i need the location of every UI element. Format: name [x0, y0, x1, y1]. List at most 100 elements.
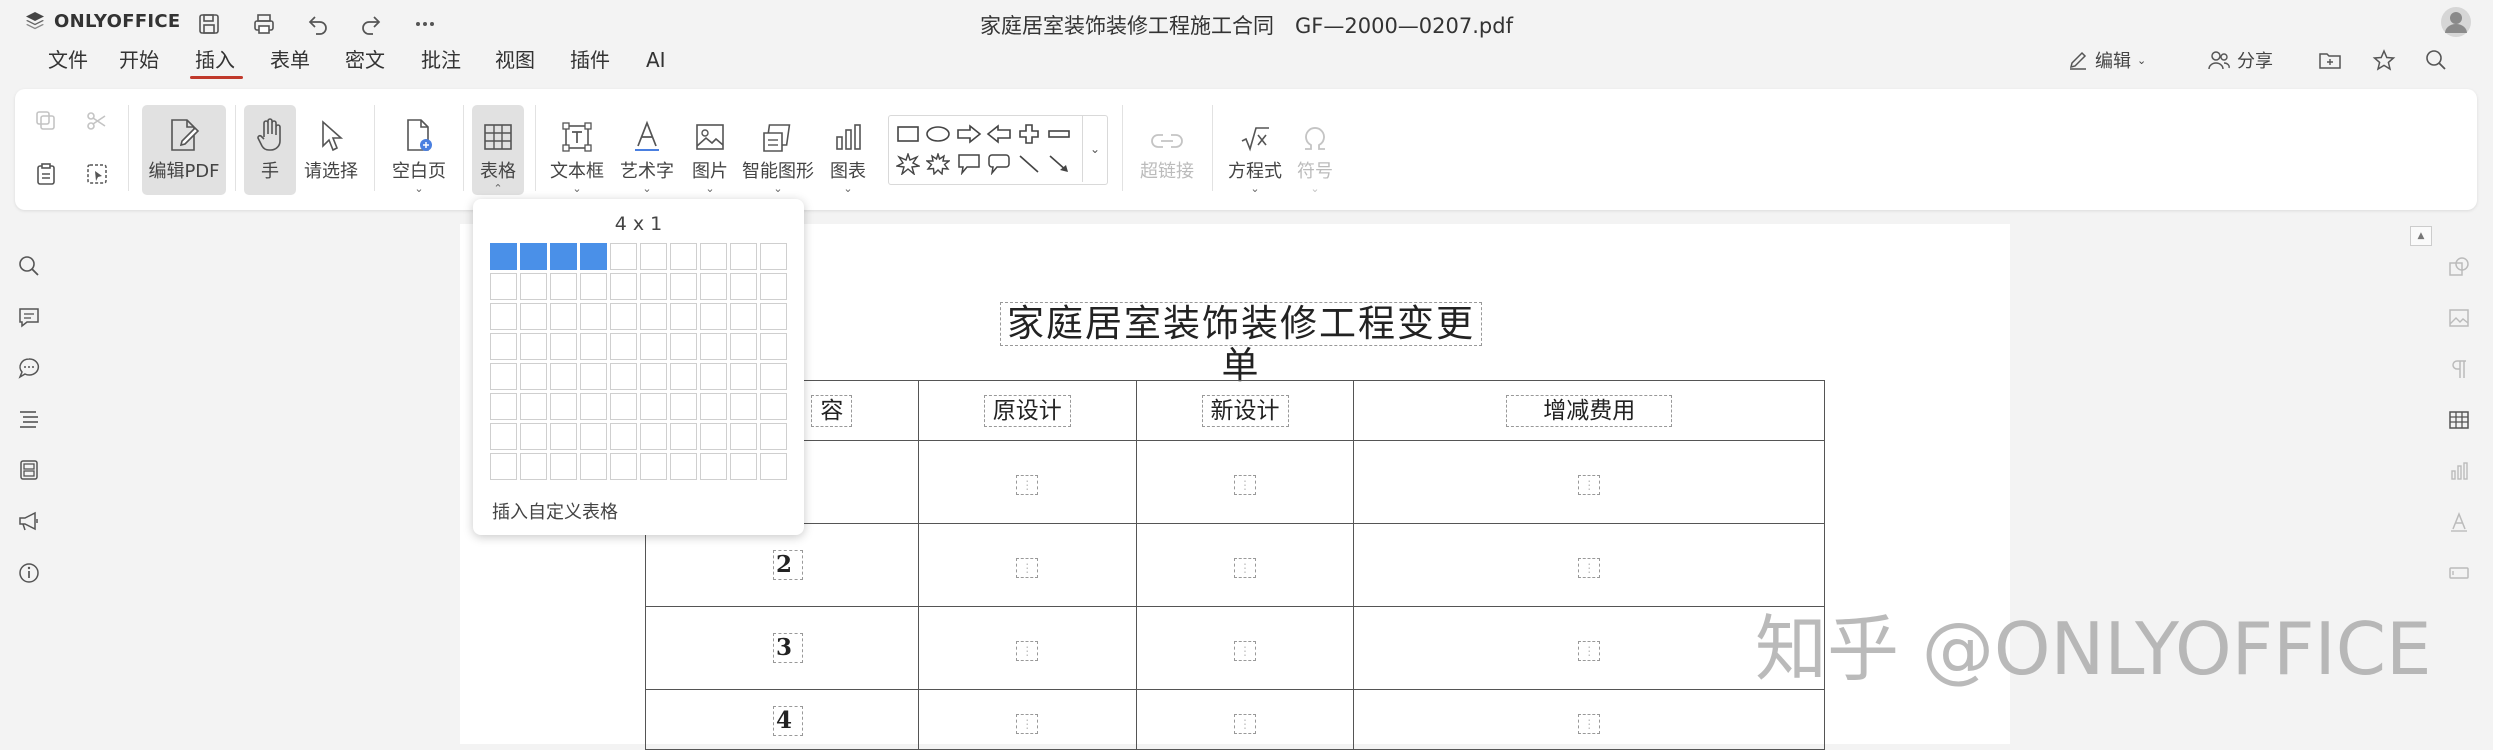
table-size-cell[interactable] [610, 303, 637, 330]
blank-page-button[interactable]: 空白页 ⌄ [385, 105, 453, 195]
menu-file[interactable]: 文件 [44, 44, 92, 76]
symbol-button[interactable]: 符号 ⌄ [1290, 105, 1340, 195]
table-size-cell[interactable] [730, 333, 757, 360]
table-cell[interactable]: ⋮ [1135, 440, 1355, 524]
table-size-cell[interactable] [640, 333, 667, 360]
text-art-button[interactable]: 艺术字 ⌄ [613, 105, 681, 195]
table-size-cell[interactable] [730, 363, 757, 390]
table-size-cell[interactable] [550, 363, 577, 390]
copy-button[interactable] [34, 109, 62, 137]
table-size-cell[interactable] [640, 393, 667, 420]
menu-home[interactable]: 开始 [115, 44, 163, 76]
table-cell[interactable]: ⋮ [917, 440, 1137, 524]
table-cell[interactable]: 3 [645, 606, 919, 690]
table-size-cell[interactable] [670, 393, 697, 420]
menu-redact[interactable]: 密文 [341, 44, 389, 76]
table-cell[interactable]: 增减费用 [1353, 380, 1825, 441]
select-all-button[interactable] [85, 162, 113, 190]
table-size-cell[interactable] [700, 303, 727, 330]
menu-comment[interactable]: 批注 [417, 44, 465, 76]
table-cell[interactable]: ⋮ [1353, 523, 1825, 607]
table-size-cell[interactable] [550, 243, 577, 270]
cut-button[interactable] [85, 109, 113, 137]
table-size-cell[interactable] [490, 273, 517, 300]
hand-tool-button[interactable]: 手 [244, 105, 296, 195]
table-size-cell[interactable] [760, 333, 787, 360]
table-size-cell[interactable] [640, 273, 667, 300]
left-feedback-button[interactable] [14, 506, 44, 536]
table-size-cell[interactable] [520, 453, 547, 480]
table-cell[interactable]: ⋮ [917, 606, 1137, 690]
insert-custom-table-link[interactable]: 插入自定义表格 [492, 498, 618, 524]
right-paragraph-settings[interactable] [2444, 354, 2474, 384]
chart-button[interactable]: 图表 ⌄ [822, 105, 874, 195]
plus-shape-icon[interactable] [1015, 122, 1043, 146]
table-size-cell[interactable] [520, 243, 547, 270]
right-form-settings[interactable] [2444, 558, 2474, 588]
table-size-cell[interactable] [550, 423, 577, 450]
round-callout-shape-icon[interactable] [985, 152, 1013, 176]
table-cell[interactable]: ⋮ [1353, 606, 1825, 690]
table-cell[interactable]: 2 [645, 523, 919, 607]
table-size-cell[interactable] [580, 393, 607, 420]
table-size-cell[interactable] [670, 273, 697, 300]
insert-table-button[interactable]: 表格 ⌃ [472, 105, 524, 195]
table-size-cell[interactable] [490, 333, 517, 360]
table-size-cell[interactable] [490, 393, 517, 420]
table-size-cell[interactable] [670, 363, 697, 390]
table-size-cell[interactable] [580, 273, 607, 300]
image-button[interactable]: 图片 ⌄ [684, 105, 736, 195]
table-size-cell[interactable] [610, 273, 637, 300]
left-headings-button[interactable] [14, 404, 44, 434]
left-comments-button[interactable] [14, 302, 44, 332]
share-button[interactable]: 分享 [2207, 44, 2273, 76]
table-size-cell[interactable] [670, 453, 697, 480]
table-size-cell[interactable] [760, 273, 787, 300]
table-cell[interactable]: ⋮ [1135, 689, 1355, 750]
table-size-cell[interactable] [640, 423, 667, 450]
edit-mode-button[interactable]: 编辑 ⌄ [2067, 44, 2146, 76]
left-about-button[interactable] [14, 558, 44, 588]
table-size-cell[interactable] [610, 423, 637, 450]
table-size-grid[interactable] [490, 243, 787, 480]
table-size-cell[interactable] [580, 333, 607, 360]
table-size-cell[interactable] [700, 273, 727, 300]
right-table-settings[interactable] [2444, 405, 2474, 435]
ellipse-shape-icon[interactable] [924, 122, 952, 146]
line-shape-icon[interactable] [1015, 152, 1043, 176]
menu-ai[interactable]: AI [642, 44, 670, 76]
table-size-cell[interactable] [490, 423, 517, 450]
table-size-cell[interactable] [640, 243, 667, 270]
table-size-cell[interactable] [730, 243, 757, 270]
table-cell[interactable]: ⋮ [917, 523, 1137, 607]
favorite-button[interactable] [2372, 44, 2396, 76]
table-size-cell[interactable] [580, 363, 607, 390]
textbox-button[interactable]: 文本框 ⌄ [545, 105, 609, 195]
rectangle-shape-icon[interactable] [894, 122, 922, 146]
smart-art-button[interactable]: 智能图形 ⌄ [738, 105, 818, 195]
table-size-cell[interactable] [730, 273, 757, 300]
table-size-cell[interactable] [580, 303, 607, 330]
table-size-cell[interactable] [580, 243, 607, 270]
right-image-settings[interactable] [2444, 303, 2474, 333]
menu-form[interactable]: 表单 [266, 44, 314, 76]
undo-button[interactable] [302, 8, 334, 40]
starburst-shape-icon[interactable] [924, 152, 952, 176]
table-cell[interactable]: 原设计 [917, 380, 1137, 441]
table-size-cell[interactable] [610, 363, 637, 390]
table-size-cell[interactable] [550, 453, 577, 480]
table-cell[interactable]: ⋮ [917, 689, 1137, 750]
table-cell[interactable]: 4 [645, 689, 919, 750]
right-shape-settings[interactable] [2444, 252, 2474, 282]
table-size-cell[interactable] [760, 453, 787, 480]
table-size-cell[interactable] [730, 303, 757, 330]
table-size-cell[interactable] [610, 393, 637, 420]
table-size-cell[interactable] [550, 273, 577, 300]
table-size-cell[interactable] [490, 243, 517, 270]
shapes-more-dropdown[interactable]: ⌄ [1082, 116, 1107, 182]
table-size-cell[interactable] [520, 363, 547, 390]
table-size-cell[interactable] [670, 333, 697, 360]
table-cell[interactable]: ⋮ [1135, 523, 1355, 607]
table-size-cell[interactable] [490, 453, 517, 480]
user-avatar[interactable] [2441, 7, 2471, 37]
